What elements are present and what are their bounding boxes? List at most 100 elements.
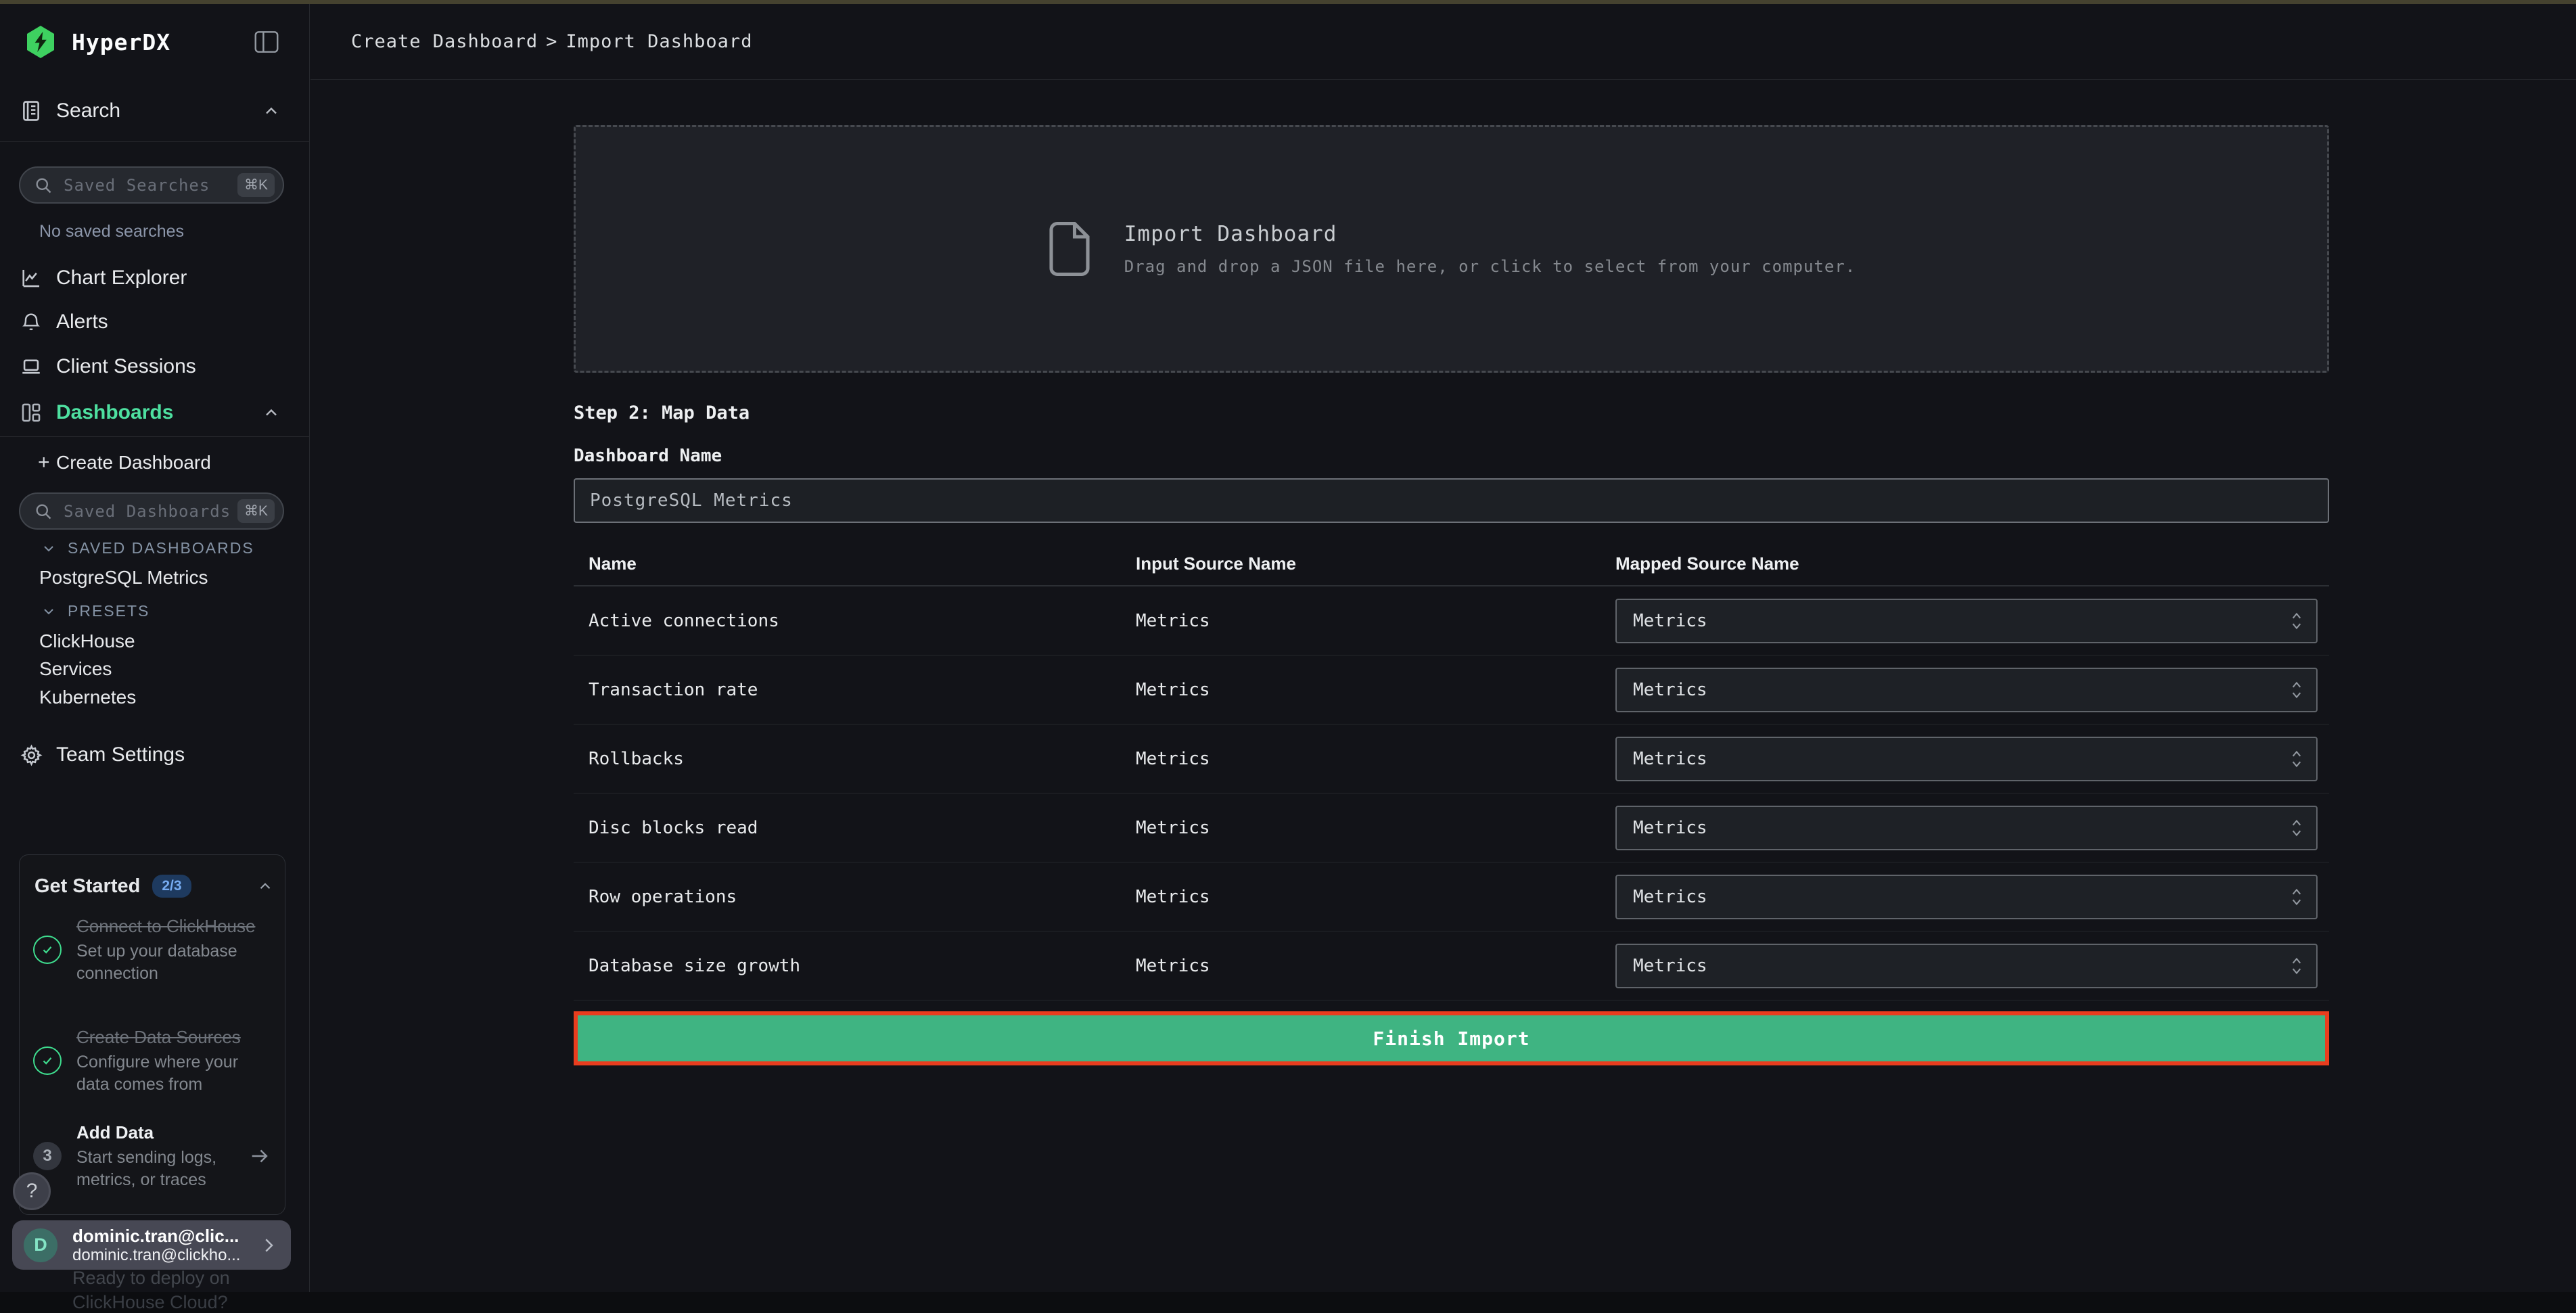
finish-import-button[interactable]: Finish Import [574,1011,2329,1065]
section-header-label: SAVED DASHBOARDS [68,539,254,557]
plus-icon: + [38,451,50,474]
check-circle-icon [33,1046,62,1075]
get-started-title: Get Started [34,875,140,898]
row-name: Active connections [574,611,1136,631]
app-root: HyperDX Search Saved Searches ⌘K No save… [0,0,2576,1292]
presets-section-header[interactable]: PRESETS [41,602,150,620]
sidebar-item-clickhouse[interactable]: ClickHouse [39,630,135,652]
select-value: Metrics [1633,956,1707,976]
sidebar-item-label: Dashboards [56,401,173,424]
get-started-panel: Get Started 2/3 Connect to ClickHouse Se… [19,854,285,1215]
user-email: dominic.tran@clickho... [72,1246,240,1265]
mapped-source-select[interactable]: Metrics [1615,737,2318,781]
sidebar-item-chart-explorer[interactable]: Chart Explorer [0,256,309,300]
chevron-right-icon [258,1235,279,1256]
select-chevrons-icon [2289,678,2304,701]
breadcrumb-separator: > [538,31,566,52]
table-header-row: Name Input Source Name Mapped Source Nam… [574,542,2329,586]
saved-dashboards-section-header[interactable]: SAVED DASHBOARDS [41,539,254,557]
sidebar-item-team-settings[interactable]: Team Settings [0,733,309,777]
select-value: Metrics [1633,818,1707,838]
search-icon [34,502,53,521]
sidebar-item-label: Alerts [56,310,108,333]
background-task-text: ClickHouse Cloud? [72,1292,228,1313]
bell-icon [19,311,43,333]
main-area: Create Dashboard>Import Dashboard Import… [310,4,2576,1292]
chevron-up-icon[interactable] [262,403,281,422]
sidebar-item-dashboards[interactable]: Dashboards [0,388,309,437]
row-input-source: Metrics [1136,611,1615,631]
preset-link-label: ClickHouse [39,630,135,651]
dashboard-name-input[interactable] [574,478,2329,523]
background-task-text: Ready to deploy on [72,1268,230,1289]
row-input-source: Metrics [1136,818,1615,838]
task-subtitle: Start sending logs, metrics, or traces [76,1147,258,1191]
breadcrumb-current: Import Dashboard [566,31,752,52]
user-menu[interactable]: D dominic.tran@clic... dominic.tran@clic… [12,1220,291,1270]
sidebar-collapse-icon[interactable] [254,30,279,53]
select-chevrons-icon [2289,747,2304,770]
laptop-icon [19,355,43,378]
progress-badge: 2/3 [152,875,191,898]
select-chevrons-icon [2289,885,2304,908]
mapped-source-select[interactable]: Metrics [1615,806,2318,850]
select-chevrons-icon [2289,609,2304,632]
task-subtitle: Configure where your data comes from [76,1051,258,1096]
user-name: dominic.tran@clic... [72,1226,240,1246]
sidebar-item-services[interactable]: Services [39,658,112,680]
chevron-up-icon[interactable] [262,101,281,120]
breadcrumb-parent[interactable]: Create Dashboard [351,31,538,52]
create-dashboard-label: Create Dashboard [56,452,211,474]
mapped-source-select[interactable]: Metrics [1615,599,2318,643]
hyperdx-logo-icon [24,24,57,60]
sidebar-item-client-sessions[interactable]: Client Sessions [0,344,309,389]
saved-searches-input[interactable]: Saved Searches ⌘K [19,166,284,204]
table-row: Disc blocks read Metrics Metrics [574,793,2329,862]
sidebar: HyperDX Search Saved Searches ⌘K No save… [0,4,310,1292]
sidebar-item-search[interactable]: Search [0,80,309,142]
row-name: Disc blocks read [574,818,1136,838]
row-name: Row operations [574,887,1136,907]
help-button[interactable]: ? [13,1172,51,1210]
chevron-down-icon [41,540,57,557]
mapped-source-select[interactable]: Metrics [1615,668,2318,712]
column-header-input-source: Input Source Name [1136,553,1615,574]
task-title: Add Data [76,1121,258,1144]
top-accent-bar [0,0,2576,4]
sidebar-item-alerts[interactable]: Alerts [0,300,309,344]
avatar: D [24,1228,58,1262]
shortcut-badge: ⌘K [237,499,275,523]
sidebar-item-label: Chart Explorer [56,267,187,290]
chevron-up-icon[interactable] [256,877,274,895]
app-title: HyperDX [72,29,170,55]
check-circle-icon [33,936,62,964]
select-chevrons-icon [2289,954,2304,977]
table-row: Active connections Metrics Metrics [574,586,2329,655]
preset-link-label: Services [39,658,112,679]
mapped-source-select[interactable]: Metrics [1615,875,2318,919]
select-value: Metrics [1633,749,1707,769]
breadcrumb-bar: Create Dashboard>Import Dashboard [310,4,2576,80]
create-dashboard-button[interactable]: + Create Dashboard [0,441,309,484]
sidebar-item-label: Team Settings [56,743,185,766]
saved-dashboards-input[interactable]: Saved Dashboards ⌘K [19,492,284,530]
journal-icon [19,99,43,122]
task-create-data-sources[interactable]: Create Data Sources Configure where your… [33,1026,275,1096]
mapped-source-select[interactable]: Metrics [1615,944,2318,988]
saved-searches-placeholder: Saved Searches [64,176,210,195]
sidebar-item-postgresql-metrics[interactable]: PostgreSQL Metrics [39,567,208,589]
get-started-header[interactable]: Get Started 2/3 [34,873,274,900]
task-connect-clickhouse[interactable]: Connect to ClickHouse Set up your databa… [33,915,275,985]
sidebar-item-label: Search [56,99,120,122]
chevron-down-icon [41,603,57,620]
shortcut-badge: ⌘K [237,173,275,197]
task-add-data[interactable]: 3 Add Data Start sending logs, metrics, … [33,1121,275,1191]
arrow-right-icon[interactable] [248,1145,271,1168]
row-input-source: Metrics [1136,887,1615,907]
column-header-mapped-source: Mapped Source Name [1615,553,2329,574]
table-row: Row operations Metrics Metrics [574,862,2329,931]
breadcrumb: Create Dashboard>Import Dashboard [351,31,752,52]
sidebar-item-kubernetes[interactable]: Kubernetes [39,687,136,708]
task-title: Create Data Sources [76,1026,258,1049]
json-dropzone[interactable]: Import Dashboard Drag and drop a JSON fi… [574,125,2329,373]
